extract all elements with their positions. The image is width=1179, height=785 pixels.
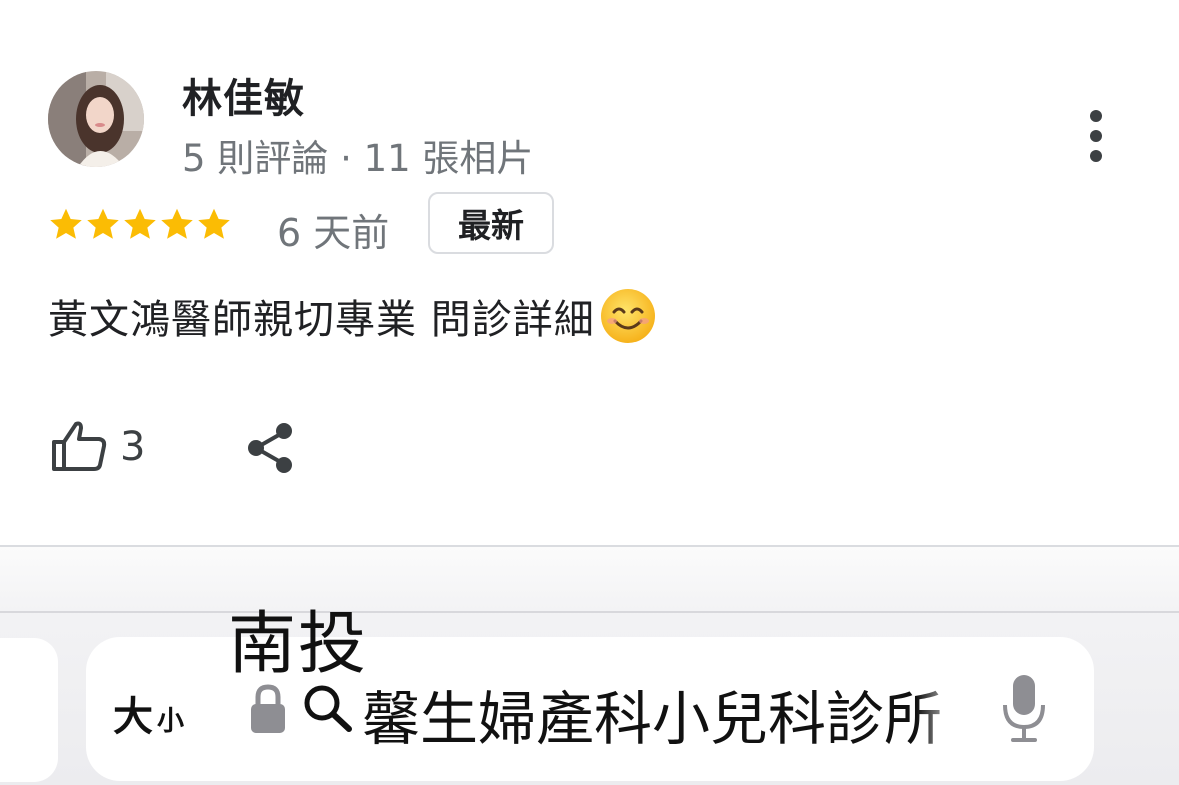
reviewer-stats: 5 則評論 · 11 張相片 — [182, 137, 534, 180]
star-icon — [87, 208, 119, 239]
newest-badge: 最新 — [428, 192, 554, 254]
review-body: 黃文鴻醫師親切專業 問診詳細 — [48, 297, 595, 343]
star-icon — [124, 208, 156, 239]
text-size-button[interactable]: 大小 — [113, 684, 184, 742]
previous-tab-edge[interactable] — [0, 638, 58, 782]
share-icon[interactable] — [244, 421, 296, 475]
star-rating — [48, 204, 232, 244]
smiling-face-icon — [600, 289, 655, 343]
thumbs-up-icon[interactable] — [50, 420, 108, 472]
dot — [1090, 130, 1102, 142]
review-text: 黃文鴻醫師親切專業 問診詳細 — [48, 287, 657, 345]
overlay-caption: 南投 — [228, 605, 369, 684]
search-icon — [304, 685, 352, 732]
more-options-button[interactable] — [1074, 104, 1118, 168]
reviewer-avatar[interactable] — [48, 71, 144, 167]
dot — [1090, 150, 1102, 162]
address-bar-text[interactable]: 馨生婦產科小兒科診所 — [362, 672, 965, 756]
microphone-icon[interactable] — [1000, 673, 1048, 745]
star-icon — [50, 208, 82, 239]
text-size-small: 小 — [157, 706, 184, 737]
review-date: 6 天前 — [277, 211, 390, 255]
star-icon — [161, 208, 193, 239]
reviewer-name[interactable]: 林佳敏 — [182, 66, 305, 124]
lock-icon — [251, 684, 285, 733]
toolbar-separator — [0, 611, 1179, 613]
star-icon — [198, 208, 230, 239]
like-count: 3 — [120, 424, 146, 470]
review-card: 林佳敏 5 則評論 · 11 張相片 6 天前 最新 黃文鴻醫師親切專業 問診詳… — [0, 0, 1179, 547]
text-size-large: 大 — [113, 694, 153, 740]
dot — [1090, 110, 1102, 122]
